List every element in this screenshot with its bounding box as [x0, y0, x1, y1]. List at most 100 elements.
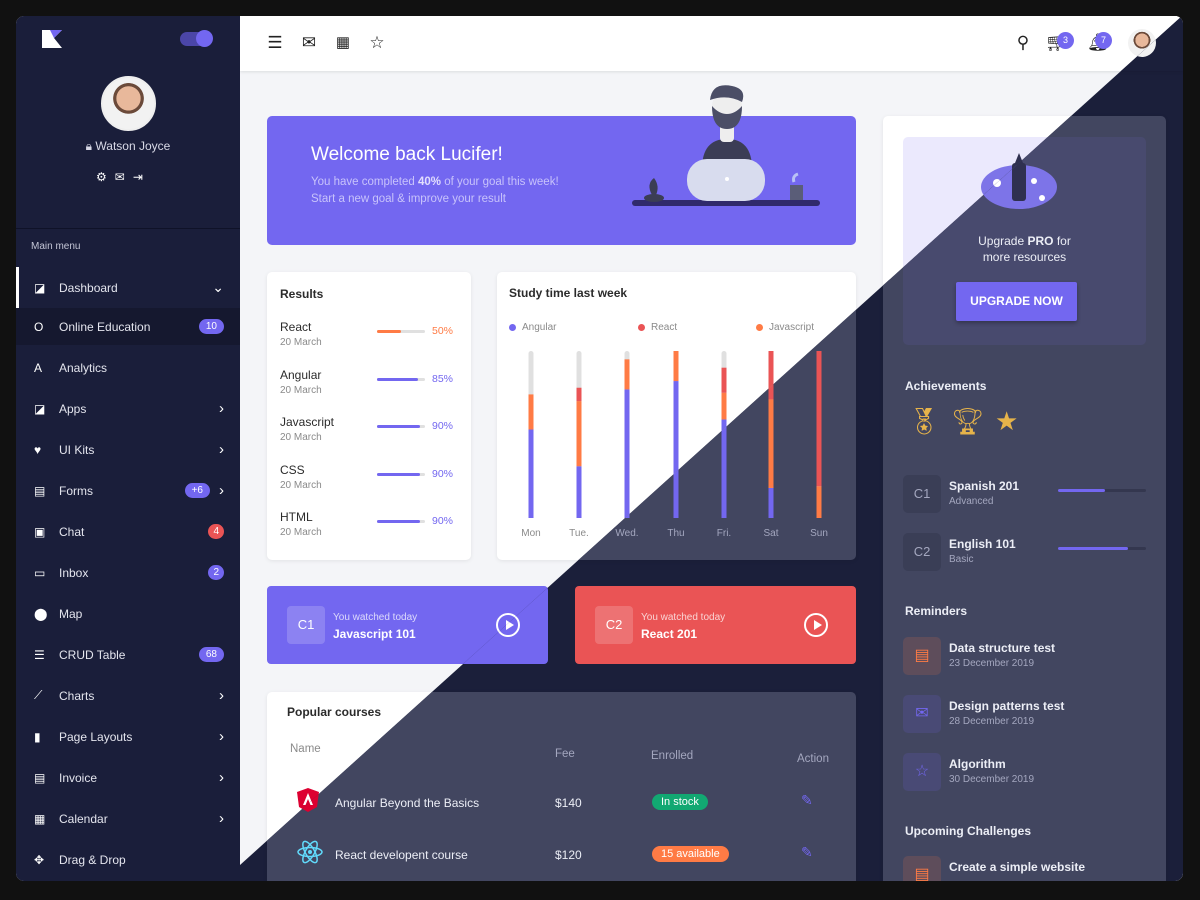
edit-icon[interactable]: ✎	[801, 792, 813, 809]
mail-icon[interactable]: ✉	[115, 170, 125, 184]
upgrade-box: Upgrade PRO for more resources UPGRADE NO…	[903, 137, 1146, 345]
course-name[interactable]: Angular Beyond the Basics	[335, 796, 479, 810]
user-avatar[interactable]	[101, 76, 156, 131]
chevron-right-icon[interactable]: ›	[219, 400, 224, 417]
carousel-icon: ▮	[34, 729, 41, 744]
watched-course-card[interactable]: C2 You watched today React 201	[575, 586, 856, 664]
edit-icon[interactable]: ✎	[801, 844, 813, 861]
divider	[16, 228, 240, 229]
watched-course-card[interactable]: C1 You watched today Javascript 101	[267, 586, 548, 664]
sidebar-badge: 2	[208, 565, 224, 580]
bar-segment-angular	[576, 466, 582, 518]
sidebar-item[interactable]: A Analytics	[16, 347, 240, 388]
sidebar-item[interactable]: ♥ UI Kits ›	[16, 429, 240, 470]
chevron-right-icon[interactable]: ›	[219, 769, 224, 786]
sidebar-item-label: Calendar	[59, 811, 108, 826]
sidebar-item[interactable]: ⟋ Charts ›	[16, 675, 240, 716]
play-icon[interactable]	[496, 613, 520, 637]
reminder-item[interactable]: ☆ Algorithm 30 December 2019	[903, 753, 1153, 791]
sidebar-badge: +6	[184, 483, 210, 498]
course-code: C1	[903, 475, 941, 513]
course-code: C2	[903, 533, 941, 571]
sidebar-item-label: Invoice	[59, 770, 98, 785]
sidebar-item[interactable]: ▮ Page Layouts ›	[16, 716, 240, 757]
theme-toggle[interactable]	[180, 30, 213, 47]
challenge-item[interactable]: ▤ Create a simple website	[903, 856, 1153, 881]
legend-dot	[509, 324, 516, 331]
study-time-chart	[528, 351, 822, 518]
sidebar-item-label: Drag & Drop	[59, 852, 126, 867]
course-name[interactable]: React developent course	[335, 848, 468, 862]
result-row: Javascript20 March90%	[280, 415, 460, 451]
list-icon: ☰	[34, 647, 45, 662]
course-level: Basic	[949, 554, 974, 565]
watched-subtitle: You watched today	[641, 612, 726, 623]
result-date: 20 March	[280, 337, 322, 348]
sidebar-item[interactable]: ◪ Apps ›	[16, 388, 240, 429]
right-panel: Upgrade PRO for more resources UPGRADE NO…	[883, 116, 1166, 881]
trophy-icon: 🏆︎	[951, 406, 985, 436]
sidebar-item[interactable]: ☰ CRUD Table 68	[16, 634, 240, 675]
map-pin-icon: ⬤	[34, 606, 48, 621]
star-icon[interactable]: ☆	[367, 33, 387, 53]
course-code: C2	[595, 606, 633, 644]
reminder-item[interactable]: ▤ Data structure test 23 December 2019	[903, 637, 1153, 675]
goal-percent: 40%	[418, 176, 442, 188]
legend-item: React	[638, 322, 677, 333]
course-name: English 101	[949, 537, 1016, 551]
popular-courses-title: Popular courses	[287, 705, 382, 719]
chevron-right-icon[interactable]: ›	[219, 728, 224, 745]
letter-o-icon: O	[34, 319, 44, 334]
sidebar-item-label: Apps	[59, 401, 87, 416]
reminder-item[interactable]: ✉ Design patterns test 28 December 2019	[903, 695, 1153, 733]
dashboard-icon: ◪	[34, 280, 46, 295]
bar-segment-javascript	[673, 351, 679, 382]
sidebar-item[interactable]: ▤ Invoice ›	[16, 757, 240, 798]
sidebar-item-label: Forms	[59, 483, 93, 498]
result-date: 20 March	[280, 479, 322, 491]
bar-segment-javascript	[721, 392, 727, 420]
play-icon[interactable]	[804, 613, 828, 637]
calendar-icon[interactable]: ▦	[333, 33, 353, 51]
bar-segment-javascript	[576, 401, 582, 467]
chevron-right-icon[interactable]: ›	[219, 687, 224, 704]
angular-icon	[297, 788, 319, 815]
challenges-title: Upcoming Challenges	[905, 824, 1032, 838]
result-progress-bar	[377, 377, 425, 381]
chevron-right-icon[interactable]: ›	[219, 482, 224, 499]
legend-item: Angular	[509, 322, 556, 333]
chevron-right-icon[interactable]: ›	[219, 810, 224, 827]
result-date: 20 March	[280, 527, 322, 538]
settings-icon[interactable]: ⚙	[96, 170, 107, 184]
sidebar-item[interactable]: ▣ Chat 4	[16, 511, 240, 552]
logout-icon[interactable]: ⇥	[133, 170, 143, 184]
menu-icon[interactable]: ☰	[265, 33, 285, 53]
upgrade-now-button[interactable]: UPGRADE NOW	[956, 282, 1077, 321]
sidebar-item[interactable]: ✥ Drag & Drop	[16, 839, 240, 880]
mail-icon[interactable]: ✉	[299, 33, 319, 53]
logo[interactable]	[42, 30, 62, 48]
item-date: 23 December 2019	[949, 658, 1035, 669]
enrolled-course[interactable]: C2 English 101 Basic	[903, 533, 1146, 571]
enrolled-course[interactable]: C1 Spanish 201 Advanced	[903, 475, 1146, 513]
x-tick-label: Tue.	[569, 528, 589, 539]
sidebar-item[interactable]: O Online Education 10	[16, 308, 240, 345]
mail-icon: ✉	[903, 695, 941, 733]
sidebar-item[interactable]: ⬤ Map	[16, 593, 240, 634]
main-menu-label: Main menu	[31, 241, 81, 252]
sidebar-item[interactable]: ▤ Forms +6 ›	[16, 470, 240, 511]
legend-label: Angular	[522, 322, 557, 333]
search-icon[interactable]: ⚲	[1013, 33, 1033, 53]
move-icon: ✥	[34, 852, 45, 867]
sidebar-item[interactable]: ▦ Calendar ›	[16, 798, 240, 839]
welcome-text-2: Start a new goal & improve your result	[311, 193, 506, 205]
chevron-right-icon[interactable]: ›	[219, 441, 224, 458]
sidebar-item[interactable]: ◪ Dashboard ⌄	[16, 267, 240, 308]
welcome-title: Welcome back Lucifer!	[311, 144, 503, 165]
main-content: ☰ ✉ ▦ ☆ ⚲ 🛒︎ 3 🔔︎ 7 Welcome back Lucifer…	[240, 16, 1183, 881]
chevron-down-icon[interactable]: ⌄	[212, 279, 224, 296]
welcome-subtitle: You have completed 40% of your goal this…	[311, 174, 559, 208]
star-icon: ☆	[903, 753, 941, 791]
sidebar-item[interactable]: ▭ Inbox 2	[16, 552, 240, 593]
header-avatar[interactable]	[1128, 29, 1156, 57]
